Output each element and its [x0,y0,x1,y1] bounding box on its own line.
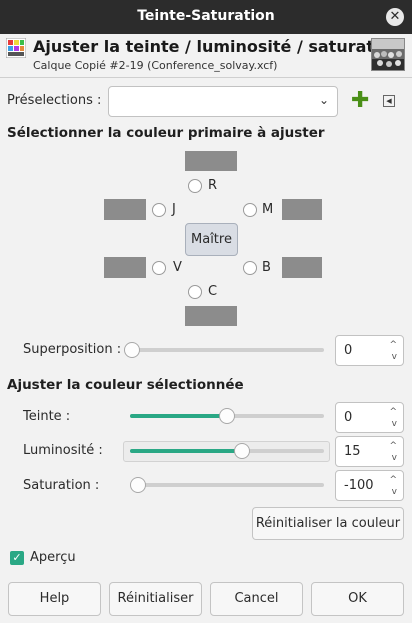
lightness-label: Luminosité : [23,443,103,458]
preview-label: Aperçu [30,550,76,565]
ok-button[interactable]: OK [311,582,404,616]
hue-slider-handle[interactable] [219,408,235,424]
saturation-value: -100 [344,478,374,493]
saturation-slider-handle[interactable] [130,477,146,493]
preset-menu-icon[interactable]: ◀ [383,95,395,107]
label-yellow: J [172,202,176,217]
close-icon[interactable]: ✕ [386,8,404,26]
overlap-slider[interactable] [124,342,324,358]
hue-slider[interactable] [130,408,324,424]
saturation-spinner[interactable]: -100 ^ v [335,470,404,501]
increment-icon[interactable]: ^ [389,476,397,485]
overlap-value: 0 [344,343,353,358]
chevron-down-icon: ⌄ [318,93,329,107]
layer-name: Calque Copié #2-19 (Conference_solvay.xc… [33,59,278,72]
master-button[interactable]: Maître [185,223,238,256]
adjust-section-title: Ajuster la couleur sélectionnée [7,377,244,393]
label-magenta: M [262,202,274,217]
header-separator [0,77,412,78]
saturation-slider[interactable] [130,477,324,493]
increment-icon[interactable]: ^ [389,341,397,350]
lightness-spinner[interactable]: 15 ^ v [335,436,404,467]
overlap-slider-handle[interactable] [124,342,140,358]
presets-label: Préselections : [7,93,102,108]
swatch-red [185,151,237,171]
overlap-label: Superposition : [23,342,122,357]
hue-label: Teinte : [23,409,71,424]
radio-blue[interactable] [243,261,257,275]
decrement-icon[interactable]: v [392,454,397,463]
preview-checkbox[interactable]: ✓ [10,551,24,565]
hue-saturation-icon [6,38,26,58]
label-cyan: C [208,284,218,299]
presets-combo[interactable]: ⌄ [108,86,338,117]
label-green: V [173,260,182,275]
cancel-button[interactable]: Cancel [210,582,303,616]
overlap-spinner[interactable]: 0 ^ v [335,335,404,366]
dialog-heading: Ajuster la teinte / luminosité / saturat… [33,37,402,56]
swatch-blue [282,257,322,278]
hue-slider-fill [130,414,227,418]
title-bar: Teinte-Saturation ✕ [0,0,412,34]
window-title: Teinte-Saturation [137,8,275,24]
label-red: R [208,178,218,193]
lightness-slider[interactable] [130,443,324,459]
increment-icon[interactable]: ^ [389,442,397,451]
radio-green[interactable] [152,261,166,275]
hue-spinner[interactable]: 0 ^ v [335,402,404,433]
reset-button[interactable]: Réinitialiser [109,582,202,616]
decrement-icon[interactable]: v [392,488,397,497]
swatch-yellow [104,199,146,220]
add-preset-icon[interactable]: ✚ [351,90,369,112]
lightness-slider-handle[interactable] [233,443,250,459]
saturation-label: Saturation : [23,478,100,493]
swatch-green [104,257,146,278]
decrement-icon[interactable]: v [392,420,397,429]
reset-color-button[interactable]: Réinitialiser la couleur [252,507,404,540]
increment-icon[interactable]: ^ [389,408,397,417]
radio-red[interactable] [188,179,202,193]
layer-thumbnail [371,38,405,71]
radio-magenta[interactable] [243,203,257,217]
swatch-cyan [185,306,237,326]
primary-section-title: Sélectionner la couleur primaire à ajust… [7,125,325,141]
help-button[interactable]: Help [8,582,101,616]
radio-yellow[interactable] [152,203,166,217]
decrement-icon[interactable]: v [392,353,397,362]
lightness-slider-fill [130,449,242,453]
lightness-value: 15 [344,444,361,459]
hue-value: 0 [344,410,353,425]
swatch-magenta [282,199,322,220]
radio-cyan[interactable] [188,285,202,299]
label-blue: B [262,260,271,275]
